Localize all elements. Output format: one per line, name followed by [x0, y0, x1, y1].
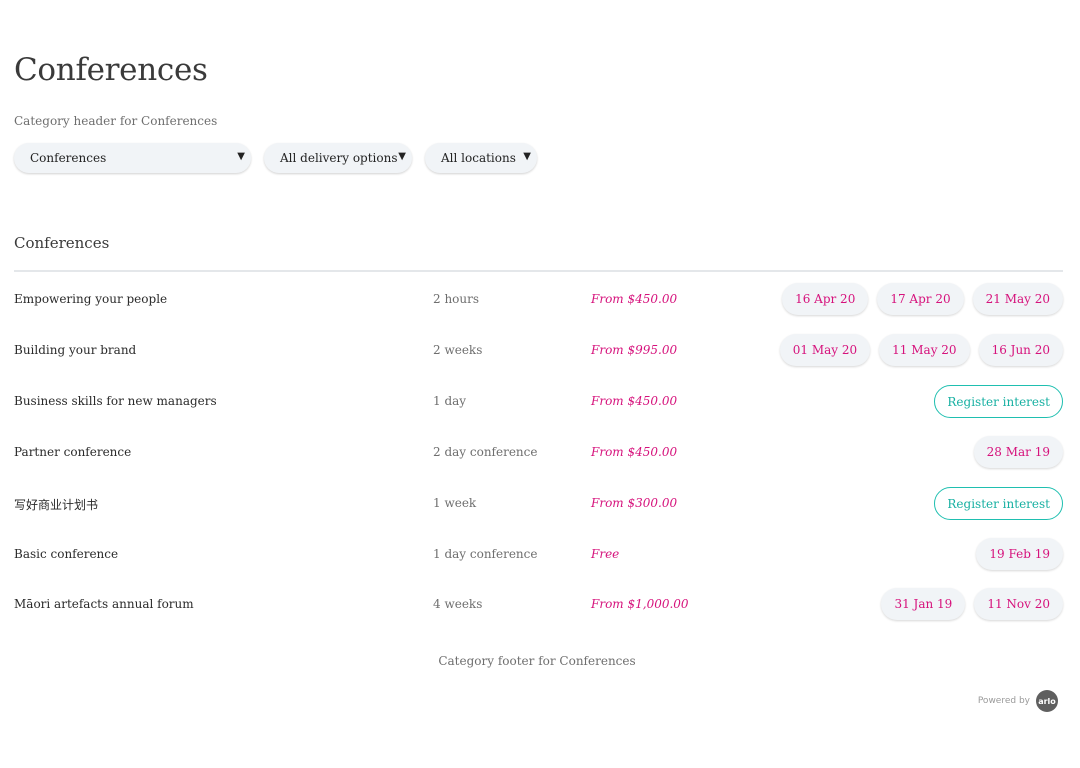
date-list: 19 Feb 19 [976, 538, 1063, 570]
event-duration: 4 weeks [433, 597, 483, 611]
date-pill[interactable]: 11 Nov 20 [974, 588, 1063, 620]
section-divider [14, 270, 1063, 272]
event-duration: 1 week [433, 496, 477, 510]
category-footer: Category footer for Conferences [438, 654, 636, 668]
event-duration: 2 weeks [433, 343, 483, 357]
location-select[interactable]: All locations ▼ [425, 143, 537, 173]
date-pill[interactable]: 31 Jan 19 [881, 588, 966, 620]
event-name[interactable]: Business skills for new managers [14, 394, 217, 408]
event-name[interactable]: 写好商业计划书 [14, 496, 98, 513]
chevron-down-icon: ▼ [398, 151, 406, 162]
date-list: Register interest [934, 385, 1063, 418]
date-pill[interactable]: 21 May 20 [972, 283, 1063, 315]
date-list: Register interest [934, 487, 1063, 520]
location-select-value: All locations [441, 151, 516, 165]
event-price: From $450.00 [591, 445, 678, 459]
register-interest-button[interactable]: Register interest [934, 385, 1063, 418]
event-name[interactable]: Māori artefacts annual forum [14, 597, 194, 611]
event-price: From $450.00 [591, 394, 678, 408]
date-list: 01 May 20 11 May 20 16 Jun 20 [779, 334, 1063, 366]
event-row: 写好商业计划书 1 week From $300.00 Register int… [0, 487, 1080, 547]
event-price: Free [591, 547, 620, 561]
chevron-down-icon: ▼ [523, 151, 531, 162]
date-pill[interactable]: 11 May 20 [879, 334, 970, 366]
event-duration: 1 day conference [433, 547, 538, 561]
powered-by[interactable]: Powered by arlo [978, 690, 1058, 712]
event-row: Māori artefacts annual forum 4 weeks Fro… [0, 588, 1080, 648]
date-pill[interactable]: 16 Apr 20 [782, 283, 869, 315]
date-list: 31 Jan 19 11 Nov 20 [881, 588, 1063, 620]
category-select[interactable]: Conferences ▼ [14, 143, 251, 173]
event-name[interactable]: Empowering your people [14, 292, 167, 306]
event-row: Business skills for new managers 1 day F… [0, 385, 1080, 445]
delivery-select[interactable]: All delivery options ▼ [264, 143, 412, 173]
event-name[interactable]: Building your brand [14, 343, 136, 357]
event-row: Partner conference 2 day conference From… [0, 436, 1080, 496]
category-header: Category header for Conferences [14, 114, 218, 128]
event-price: From $450.00 [591, 292, 678, 306]
date-pill[interactable]: 28 Mar 19 [973, 436, 1063, 468]
event-name[interactable]: Basic conference [14, 547, 118, 561]
event-name[interactable]: Partner conference [14, 445, 131, 459]
page-title: Conferences [14, 52, 208, 88]
register-interest-button[interactable]: Register interest [934, 487, 1063, 520]
powered-by-text: Powered by [977, 696, 1030, 706]
event-duration: 1 day [433, 394, 467, 408]
date-pill[interactable]: 19 Feb 19 [976, 538, 1063, 570]
event-price: From $300.00 [591, 496, 678, 510]
date-list: 16 Apr 20 17 Apr 20 21 May 20 [782, 283, 1063, 315]
category-select-value: Conferences [30, 151, 107, 165]
event-duration: 2 day conference [433, 445, 538, 459]
event-duration: 2 hours [433, 292, 480, 306]
event-price: From $1,000.00 [591, 597, 689, 611]
section-title: Conferences [14, 234, 110, 252]
arlo-logo-icon: arlo [1036, 690, 1058, 712]
event-row: Building your brand 2 weeks From $995.00… [0, 334, 1080, 394]
delivery-select-value: All delivery options [280, 151, 398, 165]
date-pill[interactable]: 01 May 20 [779, 334, 871, 366]
date-pill[interactable]: 17 Apr 20 [877, 283, 964, 315]
date-pill[interactable]: 16 Jun 20 [978, 334, 1063, 366]
chevron-down-icon: ▼ [237, 151, 245, 162]
event-price: From $995.00 [591, 343, 678, 357]
date-list: 28 Mar 19 [973, 436, 1063, 468]
